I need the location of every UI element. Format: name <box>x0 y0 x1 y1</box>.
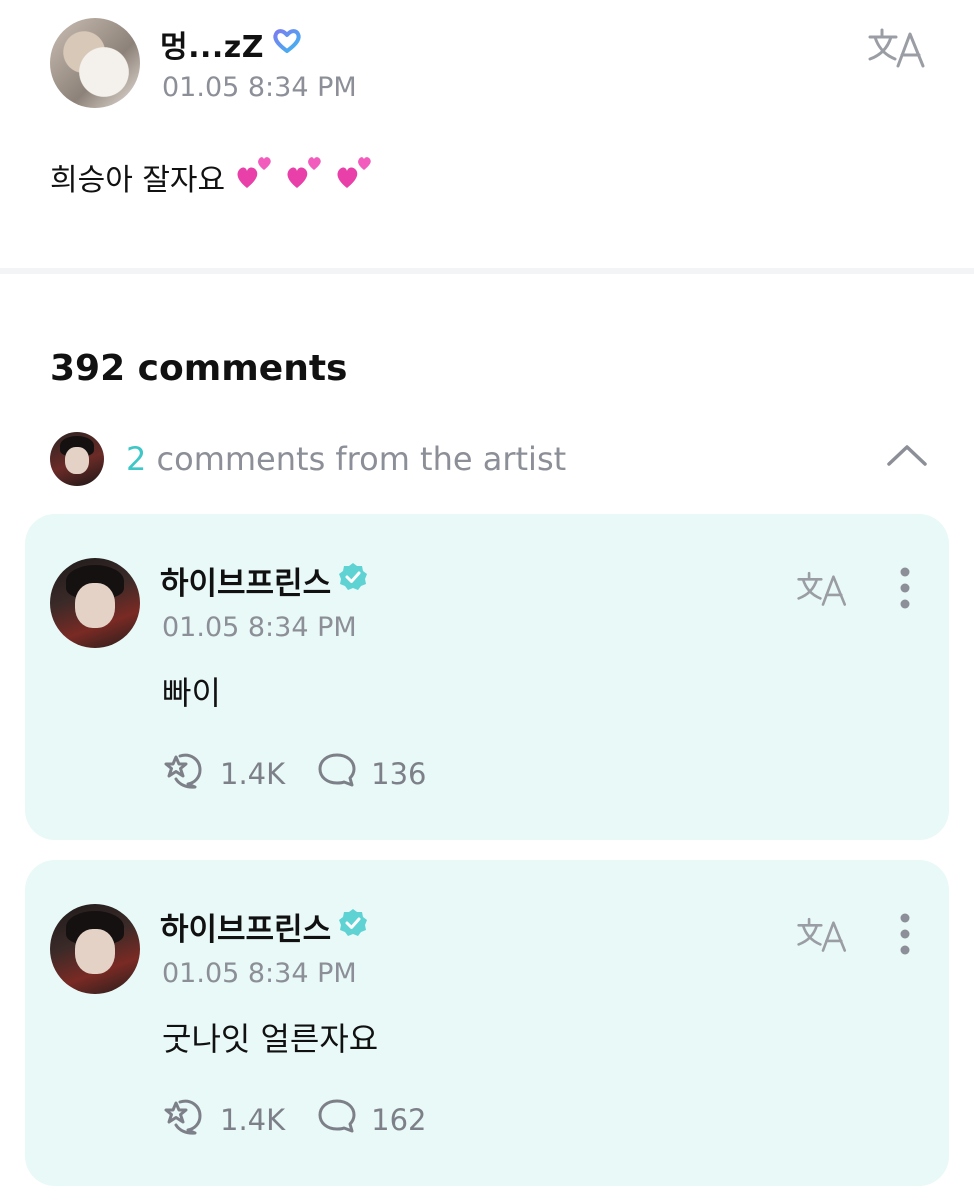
post-timestamp: 01.05 8:34 PM <box>162 72 357 103</box>
like-count: 1.4K <box>220 756 286 791</box>
comment-text: 굿나잇 얼른자요 <box>162 1020 379 1058</box>
reply-count: 136 <box>371 756 427 791</box>
comments-count: 392 comments <box>50 348 348 389</box>
comment-author-name: 하이브프린스 <box>160 912 332 948</box>
reply-count: 162 <box>371 1102 427 1137</box>
translate-icon[interactable] <box>795 568 851 608</box>
artist-comments-text: comments from the artist <box>156 440 567 478</box>
heart-badge-icon <box>272 27 302 62</box>
artist-comment-card[interactable]: 하이브프린스 01.05 8:34 PM 굿나잇 얼른자요 1.4K 162 <box>25 860 949 1186</box>
comment-bubble-icon <box>317 751 357 796</box>
reply-button[interactable]: 162 <box>317 1097 427 1142</box>
reply-button[interactable]: 136 <box>317 751 427 796</box>
comment-author[interactable]: 하이브프린스 <box>160 904 369 949</box>
comment-stats: 1.4K 136 <box>162 750 459 797</box>
comment-timestamp: 01.05 8:34 PM <box>162 958 357 989</box>
two-hearts-icon <box>235 155 275 199</box>
like-count: 1.4K <box>220 1102 286 1137</box>
comment-author-avatar[interactable] <box>50 904 140 994</box>
post-author[interactable]: 멍...zZ <box>160 22 302 66</box>
post-body: 희승아 잘자요 <box>50 155 375 199</box>
post-text: 희승아 잘자요 <box>50 163 226 198</box>
comment-bubble-icon <box>317 1097 357 1142</box>
two-hearts-icon <box>335 155 375 199</box>
comment-author-avatar[interactable] <box>50 558 140 648</box>
verified-badge-icon <box>337 907 369 947</box>
post-author-avatar[interactable] <box>50 18 140 108</box>
more-vertical-icon[interactable] <box>893 912 917 956</box>
artist-comments-count: 2 <box>126 440 147 478</box>
comment-timestamp: 01.05 8:34 PM <box>162 612 357 643</box>
post-author-name: 멍...zZ <box>160 30 265 65</box>
artist-comments-label: 2 comments from the artist <box>126 440 566 478</box>
like-icon <box>162 750 206 797</box>
translate-icon[interactable] <box>795 914 851 954</box>
translate-icon[interactable] <box>866 24 930 70</box>
comment-text: 빠이 <box>162 674 221 712</box>
comment-author[interactable]: 하이브프린스 <box>160 558 369 603</box>
verified-badge-icon <box>337 561 369 601</box>
comment-stats: 1.4K 162 <box>162 1096 459 1143</box>
comment-author-name: 하이브프린스 <box>160 566 332 602</box>
more-vertical-icon[interactable] <box>893 566 917 610</box>
artist-comment-card[interactable]: 하이브프린스 01.05 8:34 PM 빠이 1.4K 136 <box>25 514 949 840</box>
like-button[interactable]: 1.4K <box>162 750 285 797</box>
two-hearts-icon <box>285 155 325 199</box>
like-icon <box>162 1096 206 1143</box>
artist-avatar <box>50 432 104 486</box>
chevron-up-icon[interactable] <box>884 440 930 470</box>
section-divider <box>0 268 974 274</box>
hearts-emoji-group <box>235 155 375 199</box>
artist-comments-toggle[interactable]: 2 comments from the artist <box>50 432 566 486</box>
like-button[interactable]: 1.4K <box>162 1096 285 1143</box>
